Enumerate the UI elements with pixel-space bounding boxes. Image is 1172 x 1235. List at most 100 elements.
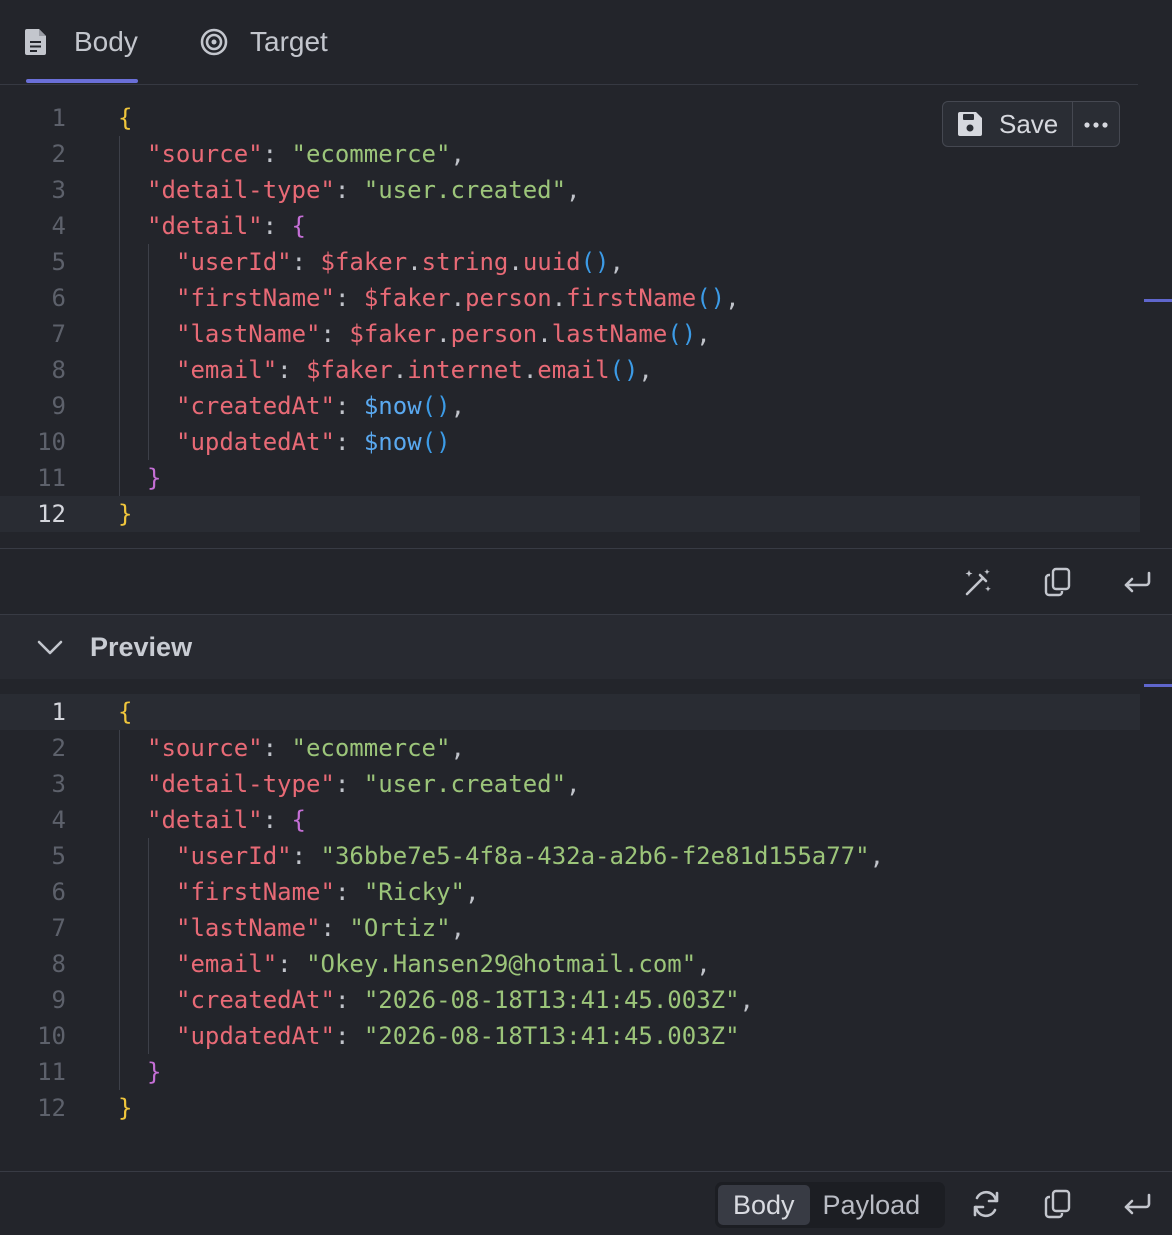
line-number: 1 xyxy=(51,104,66,132)
code-token: "ecommerce" xyxy=(291,734,451,762)
code-token: } xyxy=(147,1058,162,1086)
code-token: : xyxy=(334,428,364,456)
code-token: : xyxy=(291,248,321,276)
tab-body[interactable]: Body xyxy=(24,0,138,84)
code-token: () xyxy=(421,392,451,420)
copy-preview-icon[interactable] xyxy=(1043,1189,1073,1219)
code-content: { xyxy=(118,104,132,132)
code-token: . xyxy=(436,320,451,348)
code-line: 7 "lastName": "Ortiz", xyxy=(0,910,1140,946)
refresh-icon[interactable] xyxy=(971,1189,1001,1219)
wrap-icon[interactable] xyxy=(1122,567,1152,597)
code-line: 11} xyxy=(0,1054,1140,1090)
magic-wand-icon[interactable] xyxy=(963,567,993,597)
tab-target[interactable]: Target xyxy=(200,0,328,84)
code-token: $faker xyxy=(306,356,393,384)
wrap-preview-icon[interactable] xyxy=(1122,1189,1152,1219)
line-number: 12 xyxy=(37,500,66,528)
line-number: 11 xyxy=(37,464,66,492)
code-token: : xyxy=(334,392,364,420)
code-content: "detail-type": "user.created", xyxy=(147,770,581,798)
code-token: : xyxy=(334,1022,364,1050)
segment-body[interactable]: Body xyxy=(718,1185,810,1225)
code-token: . xyxy=(551,284,567,312)
code-line: 5 "userId": "36bbe7e5-4f8a-432a-a2b6-f2e8… xyxy=(0,838,1140,874)
code-content: "updatedAt": "2026-08-18T13:41:45.003Z" xyxy=(176,1022,740,1050)
code-line: 7 "lastName": $faker.person.lastName(), xyxy=(0,316,1140,352)
code-content: "source": "ecommerce", xyxy=(147,734,465,762)
code-line: 12} xyxy=(0,1090,1140,1126)
line-number: 4 xyxy=(51,212,66,240)
floppy-disk-icon xyxy=(957,111,983,137)
code-token: "userId" xyxy=(176,248,292,276)
indent-guide xyxy=(119,136,120,496)
code-token: , xyxy=(566,770,581,798)
code-token: } xyxy=(118,1094,133,1122)
code-token: "ecommerce" xyxy=(291,140,451,168)
code-token: , xyxy=(566,176,581,204)
line-number: 5 xyxy=(51,248,66,276)
code-token: , xyxy=(450,734,465,762)
code-content: "firstName": "Ricky", xyxy=(176,878,479,906)
code-token: : xyxy=(334,770,364,798)
code-line: 10 "updatedAt": $now() xyxy=(0,424,1140,460)
code-token: { xyxy=(291,806,306,834)
tab-body-label: Body xyxy=(74,26,138,57)
active-tab-indicator xyxy=(26,79,138,83)
preview-scroll-marker[interactable] xyxy=(1144,684,1172,687)
code-token: person xyxy=(465,284,552,312)
code-content: "userId": $faker.string.uuid(), xyxy=(176,248,624,276)
preview-toolbar: Body Payload xyxy=(0,1171,1172,1235)
code-content: "createdAt": $now(), xyxy=(176,392,465,420)
code-line: 6 "firstName": $faker.person.firstName(), xyxy=(0,280,1140,316)
code-token: "user.created" xyxy=(363,770,567,798)
code-token: . xyxy=(508,248,523,276)
code-line: 10 "updatedAt": "2026-08-18T13:41:45.003Z… xyxy=(0,1018,1140,1054)
code-token: "email" xyxy=(176,356,278,384)
code-token: , xyxy=(450,914,466,942)
code-token: , xyxy=(638,356,653,384)
code-token: . xyxy=(407,248,422,276)
code-line: 5 "userId": $faker.string.uuid(), xyxy=(0,244,1140,280)
code-token: . xyxy=(522,356,538,384)
code-token: internet xyxy=(407,356,523,384)
code-token: "user.created" xyxy=(363,176,567,204)
code-token: "email" xyxy=(176,950,278,978)
code-token: $faker xyxy=(363,284,451,312)
body-editor[interactable]: 1 {2 "source": "ecommerce", 3 "detail-type":… xyxy=(0,100,1140,545)
segment-payload[interactable]: Payload xyxy=(810,1185,934,1225)
code-token: : xyxy=(262,212,292,240)
view-segmented-control: Body Payload xyxy=(715,1182,945,1228)
save-button[interactable]: Save xyxy=(943,102,1074,146)
code-token: } xyxy=(147,464,162,492)
editor-tabs: Body Target xyxy=(0,0,1138,85)
more-options-button[interactable] xyxy=(1073,102,1119,146)
editor-scroll-marker[interactable] xyxy=(1144,299,1172,302)
indent-guide xyxy=(119,730,120,1090)
code-line: 4 "detail": { xyxy=(0,208,1140,244)
line-number: 5 xyxy=(51,842,66,870)
preview-header[interactable]: Preview xyxy=(0,615,1172,679)
code-token: "detail-type" xyxy=(147,176,335,204)
code-content: "firstName": $faker.person.firstName(), xyxy=(176,284,740,312)
code-token: "Ortiz" xyxy=(349,914,451,942)
code-content: "detail": { xyxy=(147,212,306,240)
copy-icon[interactable] xyxy=(1043,567,1073,597)
code-token: "detail" xyxy=(147,212,263,240)
code-token: $now xyxy=(363,428,422,456)
chevron-down-icon[interactable] xyxy=(36,633,64,661)
preview-editor: 1{2 "source": "ecommerce", 3 "detail-type":… xyxy=(0,694,1140,1164)
code-token: person xyxy=(450,320,538,348)
code-token: { xyxy=(118,104,133,132)
code-token: : xyxy=(277,950,307,978)
line-number: 2 xyxy=(51,734,66,762)
preview-title: Preview xyxy=(90,631,193,662)
code-token: : xyxy=(334,986,364,1014)
save-button-group: Save xyxy=(942,101,1120,147)
code-line: 4 "detail": { xyxy=(0,802,1140,838)
code-token: firstName xyxy=(566,284,697,312)
code-token: "detail" xyxy=(147,806,263,834)
line-number: 10 xyxy=(37,428,66,456)
line-number: 6 xyxy=(51,284,66,312)
code-content: "createdAt": "2026-08-18T13:41:45.003Z", xyxy=(176,986,754,1014)
